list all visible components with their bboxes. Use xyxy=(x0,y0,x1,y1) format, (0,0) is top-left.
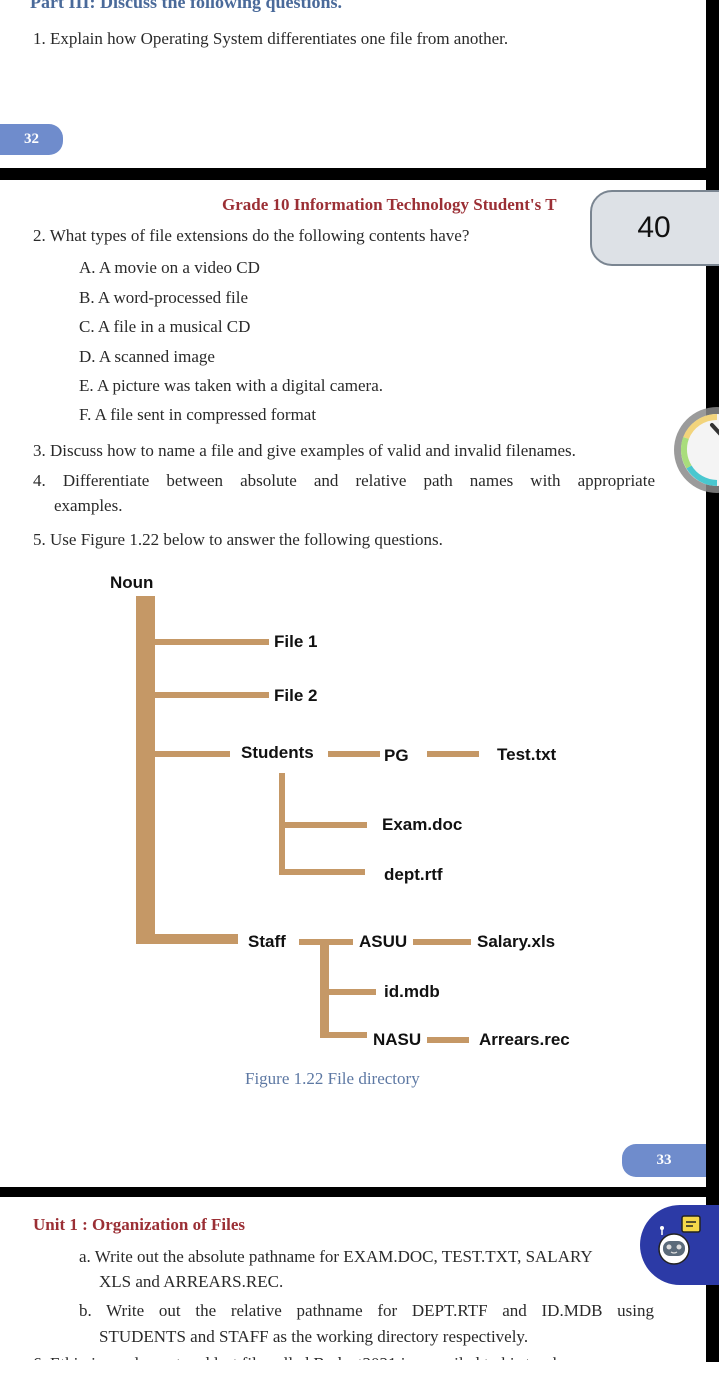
section-heading: Part III: Discuss the following question… xyxy=(30,0,343,12)
tree-node-idmdb: id.mdb xyxy=(384,982,440,1001)
option-b: B. A word-processed file xyxy=(79,288,249,307)
tree-trunk xyxy=(136,596,155,944)
tree-staff-stem xyxy=(320,945,329,1038)
question-4-text: 4. Differentiate between absolute and re… xyxy=(33,471,655,490)
question-3: 3. Discuss how to name a file and give e… xyxy=(33,441,576,460)
tree-node-dept: dept.rtf xyxy=(384,865,443,884)
question-a-line1: a. Write out the absolute pathname for E… xyxy=(79,1247,593,1266)
option-e: E. A picture was taken with a digital ca… xyxy=(79,376,384,395)
tree-branch-file2 xyxy=(155,692,269,698)
page-separator xyxy=(0,1187,706,1197)
tree-node-test: Test.txt xyxy=(497,745,557,764)
question-b-text: b. Write out the relative pathname for D… xyxy=(79,1301,654,1320)
tree-branch-salary xyxy=(413,939,471,945)
tree-branch-pg xyxy=(328,751,380,757)
tree-branch-file1 xyxy=(155,639,269,645)
option-d: D. A scanned image xyxy=(79,347,215,366)
tree-node-pg: PG xyxy=(384,746,409,765)
page-indicator-number: 40 xyxy=(637,211,671,244)
tree-node-noun: Noun xyxy=(110,573,154,592)
tree-branch-test xyxy=(427,751,479,757)
page-separator xyxy=(0,168,706,180)
question-4-line2: examples. xyxy=(54,496,123,515)
question-5: 5. Use Figure 1.22 below to answer the f… xyxy=(33,530,443,549)
figure-caption: Figure 1.22 File directory xyxy=(245,1069,420,1088)
page-number-tab: 32 xyxy=(0,124,63,155)
running-header: Grade 10 Information Technology Student'… xyxy=(222,195,557,214)
question-2: 2. What types of file extensions do the … xyxy=(33,226,470,245)
tree-node-file1: File 1 xyxy=(274,632,318,651)
tree-branch-arrears xyxy=(427,1037,469,1043)
page-indicator[interactable]: 40 xyxy=(590,190,719,266)
option-c: C. A file in a musical CD xyxy=(79,317,251,336)
question-a-line2: XLS and ARREARS.REC. xyxy=(99,1272,284,1291)
option-f: F. A file sent in compressed format xyxy=(79,405,317,424)
timer-dial-icon[interactable] xyxy=(672,405,719,495)
question-6-partial: 6. Ethio is an element and last file cal… xyxy=(33,1354,575,1373)
question-b-line2: STUDENTS and STAFF as the working direct… xyxy=(99,1327,529,1346)
tree-branch-students xyxy=(155,751,230,757)
option-a: A. A movie on a video CD xyxy=(79,258,260,277)
assistant-button[interactable] xyxy=(640,1205,719,1285)
tree-branch-idmdb xyxy=(329,989,376,995)
tree-branch-nasu xyxy=(329,1032,367,1038)
tree-branch-staff xyxy=(155,934,238,944)
question-b-line1: b. Write out the relative pathname for D… xyxy=(79,1301,654,1321)
running-header: Unit 1 : Organization of Files xyxy=(33,1215,246,1234)
tree-node-nasu: NASU xyxy=(373,1030,422,1049)
question-4-line1: 4. Differentiate between absolute and re… xyxy=(33,471,655,491)
tree-node-staff: Staff xyxy=(248,932,286,951)
tree-branch-exam xyxy=(285,822,367,828)
tree-node-file2: File 2 xyxy=(274,686,318,705)
tree-node-salary: Salary.xls xyxy=(477,932,556,951)
tree-node-arrears: Arrears.rec xyxy=(479,1030,570,1049)
tree-node-asuu: ASUU xyxy=(359,932,408,951)
robot-chat-icon xyxy=(658,1215,701,1265)
tree-branch-dept xyxy=(285,869,365,875)
page-number-tab: 33 xyxy=(622,1144,706,1177)
question-1: 1. Explain how Operating System differen… xyxy=(33,29,509,48)
tree-node-exam: Exam.doc xyxy=(382,815,463,834)
tree-node-students: Students xyxy=(241,743,314,762)
